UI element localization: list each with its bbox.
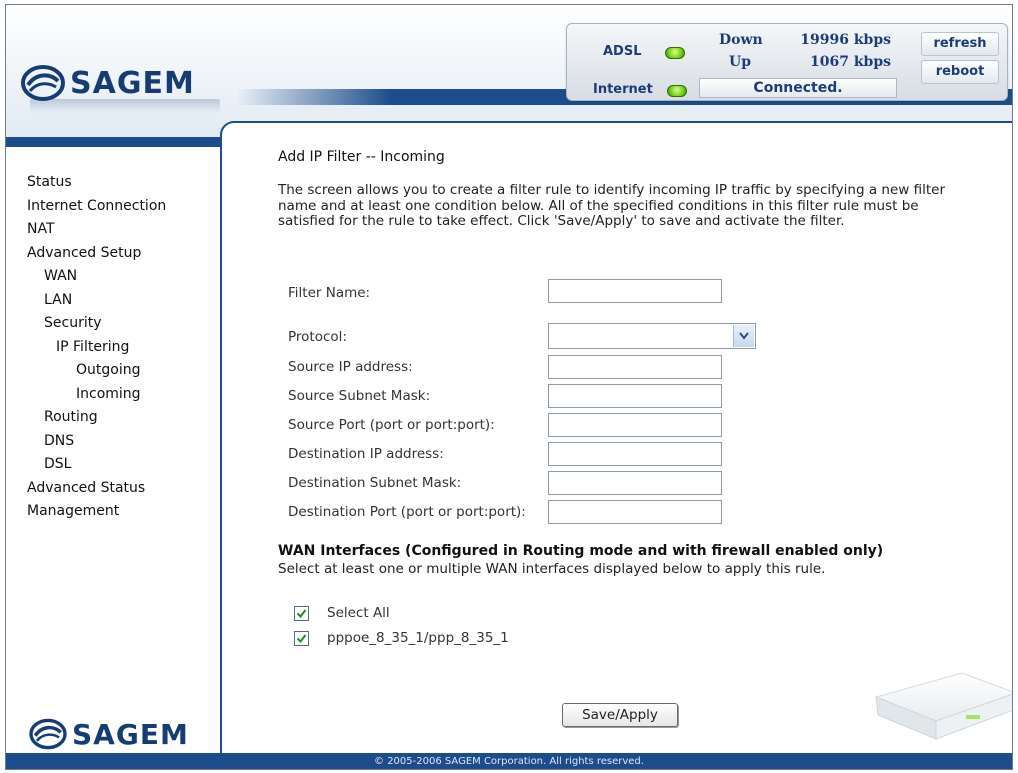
source-ip-label: Source IP address: [288, 359, 413, 375]
downstream-rate: Down 19996 kbps [719, 32, 919, 52]
internet-label: Internet [593, 82, 653, 97]
select-all-checkbox[interactable] [294, 605, 309, 621]
router-admin-window: SAGEM ADSL Internet Down 19996 kbps Up 1… [5, 4, 1013, 770]
sidebar-item-incoming[interactable]: Incoming [27, 383, 166, 407]
footer-copyright: © 2005-2006 SAGEM Corporation. All right… [6, 753, 1012, 769]
dest-port-label: Destination Port (port or port:port): [288, 504, 526, 520]
wan-interfaces-title: WAN Interfaces (Configured in Routing mo… [278, 543, 884, 559]
select-all-label: Select All [327, 605, 390, 621]
source-mask-label: Source Subnet Mask: [288, 388, 431, 404]
dest-mask-input[interactable] [548, 471, 722, 495]
wan-interfaces-subtitle: Select at least one or multiple WAN inte… [278, 561, 826, 577]
wan-interface-row: pppoe_8_35_1/ppp_8_35_1 [294, 629, 509, 647]
up-label: Up [729, 54, 751, 70]
internet-led-icon [667, 85, 687, 97]
router-device-image [874, 672, 1012, 740]
sidebar-item-wan[interactable]: WAN [27, 265, 166, 289]
dest-port-input[interactable] [548, 500, 722, 524]
logo-reflection [30, 99, 220, 113]
source-port-label: Source Port (port or port:port): [288, 417, 495, 433]
brand-name: SAGEM [70, 65, 195, 101]
dest-ip-input[interactable] [548, 442, 722, 466]
sidebar-item-dns[interactable]: DNS [27, 430, 166, 454]
down-label: Down [719, 32, 763, 48]
wan-interface-checkbox[interactable] [294, 630, 309, 646]
sidebar-item-security[interactable]: Security [27, 312, 166, 336]
sidebar-item-dsl[interactable]: DSL [27, 453, 166, 477]
chevron-down-icon[interactable] [733, 325, 754, 347]
sagem-logo-icon [29, 718, 67, 750]
sagem-logo-icon [21, 65, 65, 101]
sidebar-item-advanced-setup[interactable]: Advanced Setup [27, 242, 166, 266]
source-ip-input[interactable] [548, 355, 722, 379]
upstream-rate: Up 1067 kbps [719, 54, 919, 74]
connection-status: Connected. [699, 78, 897, 98]
connection-status-panel: ADSL Internet Down 19996 kbps Up 1067 kb… [566, 23, 1008, 101]
source-port-input[interactable] [548, 413, 722, 437]
dest-ip-label: Destination IP address: [288, 446, 444, 462]
source-mask-input[interactable] [548, 384, 722, 408]
filter-name-input[interactable] [548, 279, 722, 303]
page-title: Add IP Filter -- Incoming [278, 149, 445, 165]
brand-name-bottom: SAGEM [72, 717, 189, 751]
filter-name-label: Filter Name: [288, 285, 371, 301]
sidebar-item-lan[interactable]: LAN [27, 289, 166, 313]
dest-mask-label: Destination Subnet Mask: [288, 475, 462, 491]
protocol-select[interactable] [548, 323, 756, 349]
sidebar-item-management[interactable]: Management [27, 500, 166, 524]
main-content: Add IP Filter -- Incoming The screen all… [220, 121, 1012, 759]
sidebar-item-nat[interactable]: NAT [27, 218, 166, 242]
down-value: 19996 kbps [800, 32, 891, 48]
select-all-row: Select All [294, 604, 390, 622]
save-apply-button[interactable]: Save/Apply [562, 703, 678, 727]
protocol-label: Protocol: [288, 329, 347, 345]
sidebar-item-ip-filtering[interactable]: IP Filtering [27, 336, 166, 360]
page-description: The screen allows you to create a filter… [278, 182, 945, 229]
sidebar-item-routing[interactable]: Routing [27, 406, 166, 430]
sidebar-item-advanced-status[interactable]: Advanced Status [27, 477, 166, 501]
sagem-logo-bottom: SAGEM [28, 717, 189, 751]
adsl-led-icon [665, 47, 685, 59]
line-rates: Down 19996 kbps Up 1067 kbps [719, 30, 919, 76]
sidebar-item-outgoing[interactable]: Outgoing [27, 359, 166, 383]
sidebar-item-status[interactable]: Status [27, 171, 166, 195]
wan-interface-label: pppoe_8_35_1/ppp_8_35_1 [327, 630, 509, 646]
adsl-label: ADSL [603, 44, 642, 59]
refresh-button[interactable]: refresh [921, 32, 999, 56]
sidebar-item-internet-connection[interactable]: Internet Connection [27, 195, 166, 219]
reboot-button[interactable]: reboot [921, 60, 999, 84]
sidebar-nav: Status Internet Connection NAT Advanced … [27, 171, 166, 524]
up-value: 1067 kbps [810, 54, 891, 70]
sidebar: Status Internet Connection NAT Advanced … [6, 147, 220, 759]
